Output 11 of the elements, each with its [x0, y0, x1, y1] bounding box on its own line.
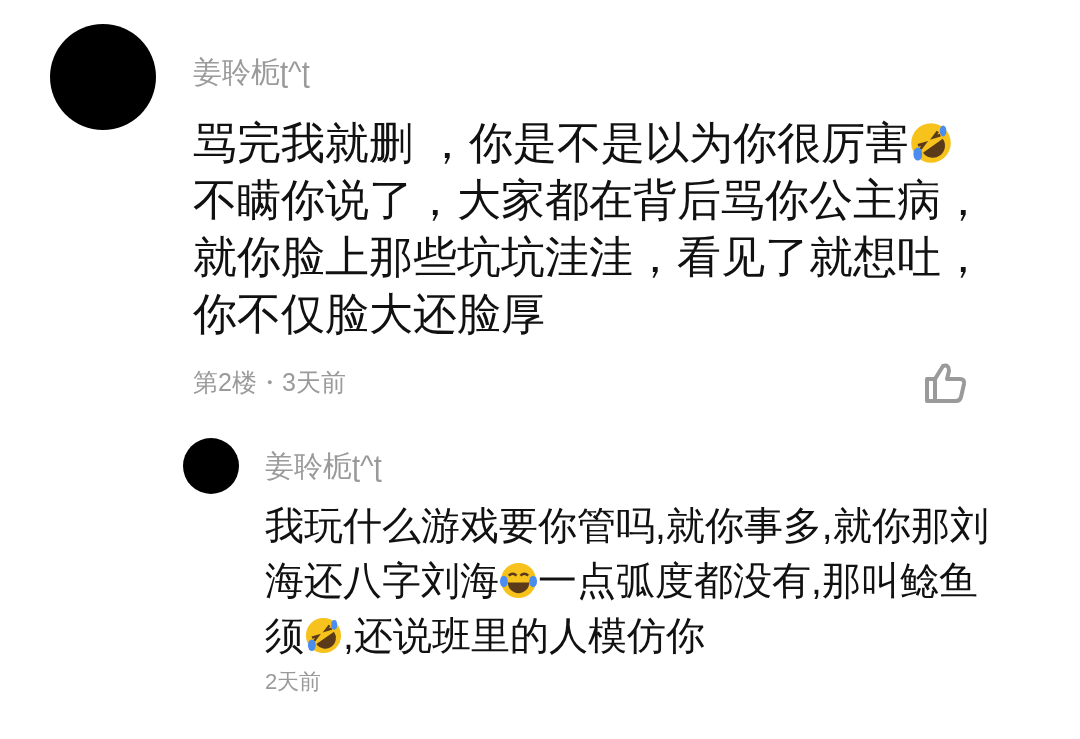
comment-meta: 第2楼・3天前	[193, 367, 346, 399]
user-avatar[interactable]	[183, 438, 239, 494]
comment-text: 骂完我就删 ，你是不是以为你很厉害 不瞒你说了，大家都在背后骂你公主病，就你脸上那些坑坑洼洼，看见了就想吐，你不仅脸大还脸厚	[193, 117, 986, 340]
laughing-emoji-icon	[909, 120, 954, 165]
reply-text: 我玩什么游戏要你管吗,就你事多,就你那刘海还八字刘海 一点弧度都没有,那叫鲶鱼须 ,还说班里的人模仿你	[265, 503, 990, 659]
laughing-emoji-icon	[304, 615, 343, 655]
username[interactable]: 姜聆栀ʈ^ʈ	[265, 446, 1015, 486]
reply-meta: 2天前	[265, 669, 323, 695]
laughing-emoji-icon	[499, 560, 538, 600]
username[interactable]: 姜聆栀ʈ^ʈ	[193, 52, 993, 92]
thumbs-up-icon[interactable]	[924, 362, 968, 404]
